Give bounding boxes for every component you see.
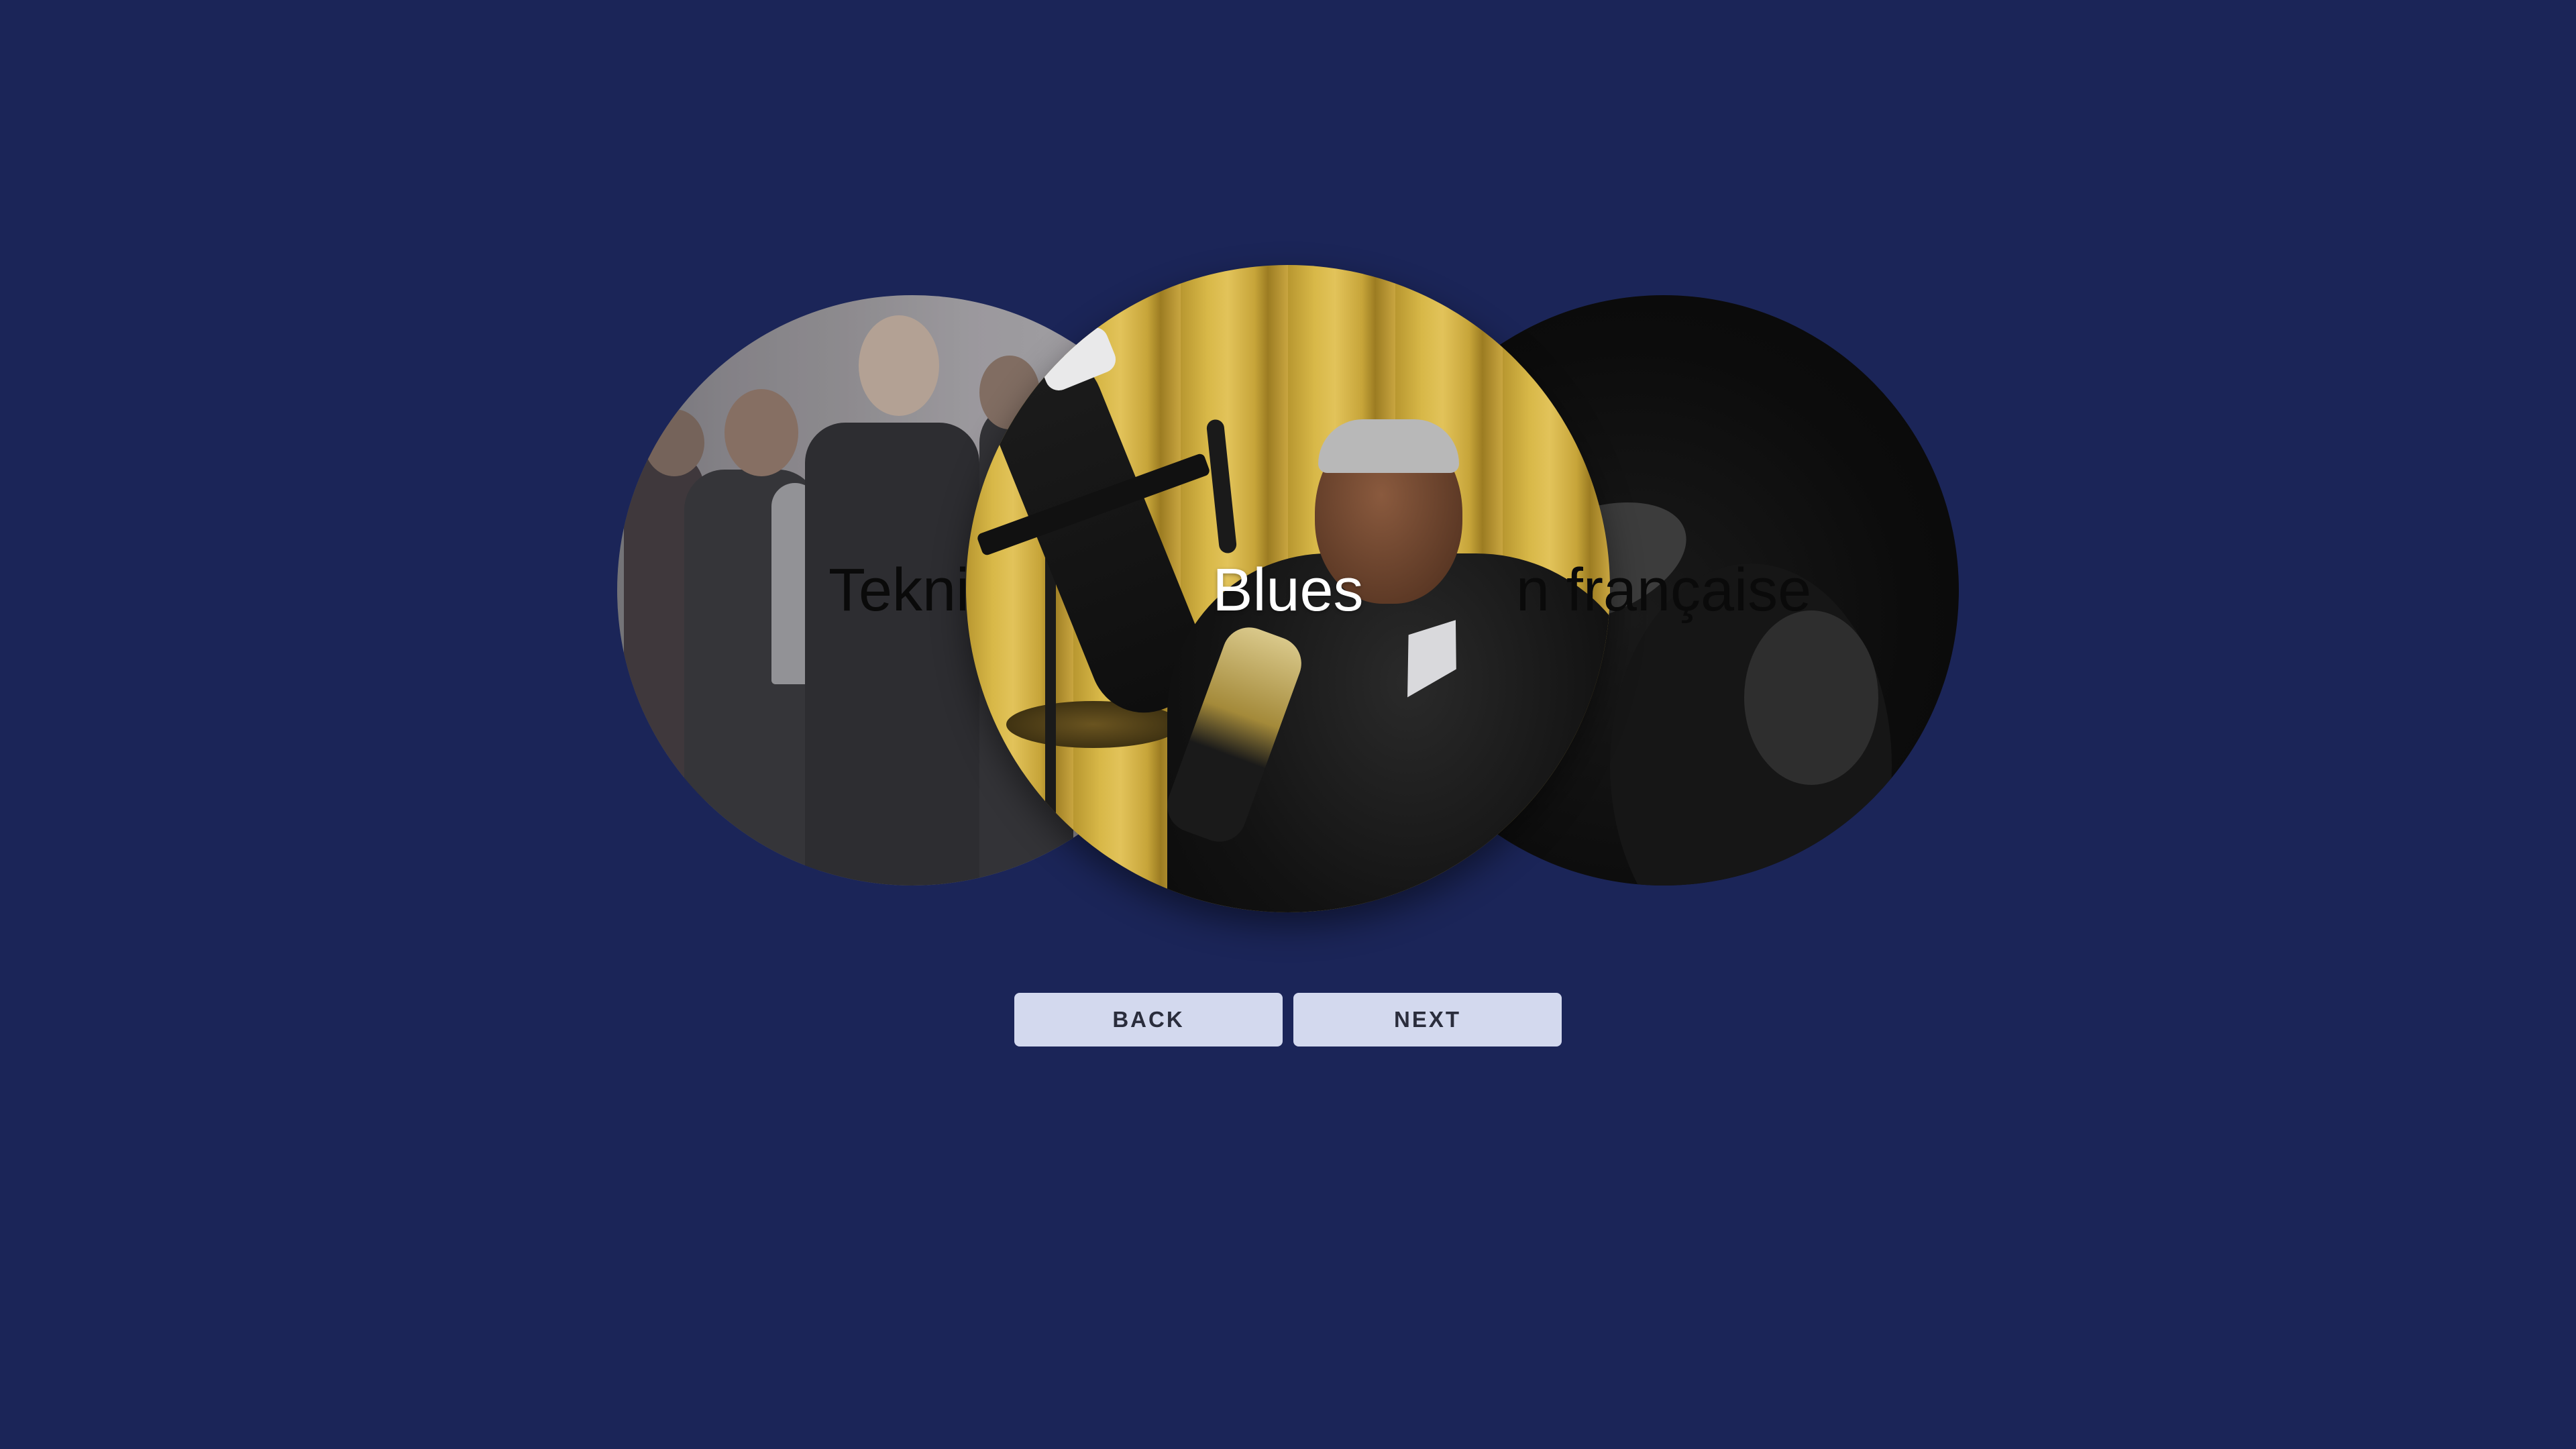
carousel-label-right: n française (1515, 557, 1812, 624)
genre-carousel-stage: Tekni n française Blues BACK NEXT (0, 0, 2576, 1449)
carousel-label-left: Tekni (828, 557, 970, 624)
back-button[interactable]: BACK (1014, 993, 1283, 1046)
next-button[interactable]: NEXT (1293, 993, 1562, 1046)
carousel-label-center: Blues (1212, 557, 1364, 624)
